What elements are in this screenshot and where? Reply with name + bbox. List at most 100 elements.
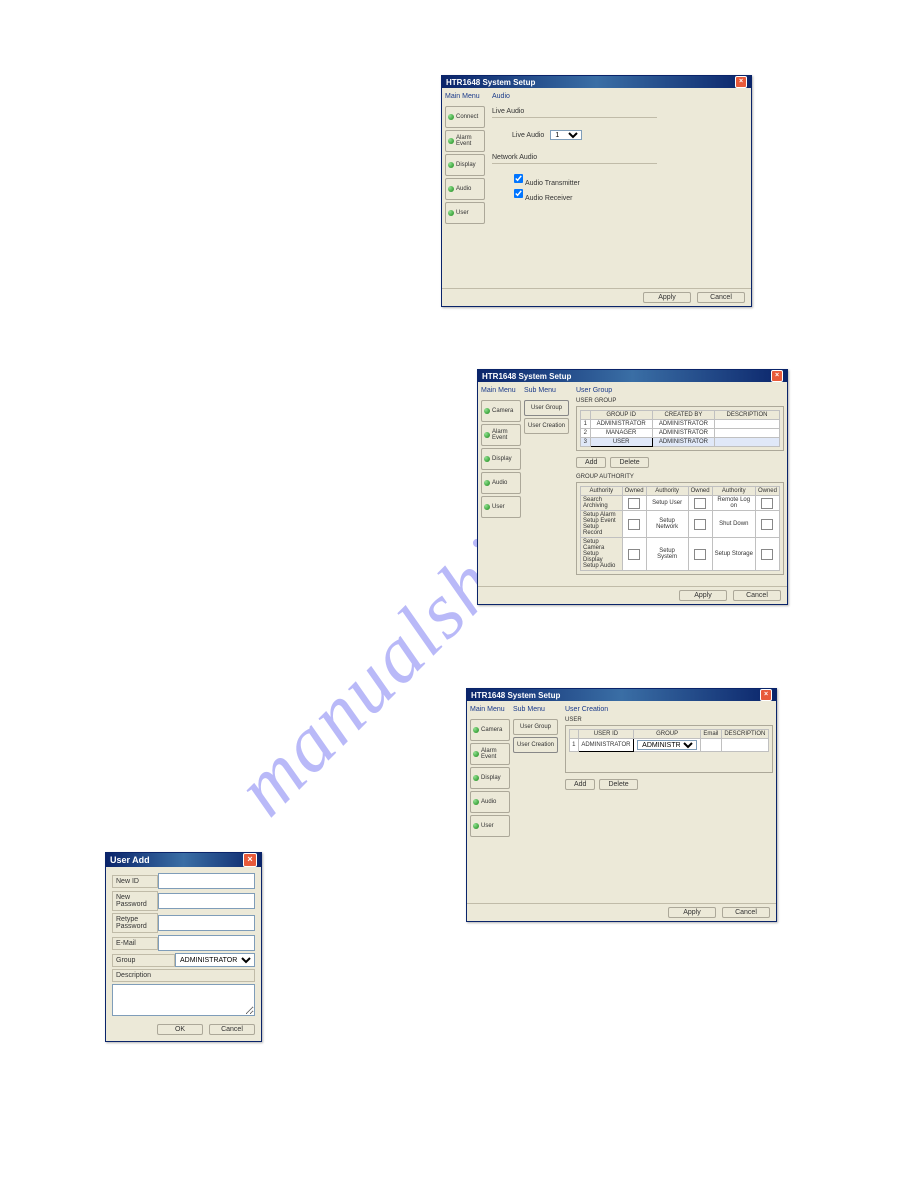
menu-audio[interactable]: Audio: [470, 791, 510, 813]
titlebar: HTR1648 System Setup ×: [467, 689, 776, 701]
menu-alarm-event[interactable]: Alarm Event: [445, 130, 485, 152]
retype-password-input[interactable]: [158, 915, 255, 931]
menu-camera[interactable]: Camera: [481, 400, 521, 422]
mainmenu-header: Main Menu: [481, 385, 521, 398]
user-label: USER: [565, 717, 773, 723]
table-row[interactable]: 3USERADMINISTRATOR: [581, 438, 780, 447]
dot-icon: [473, 727, 479, 733]
authority-checkbox[interactable]: [761, 498, 773, 509]
add-button[interactable]: Add: [576, 457, 606, 468]
menu-display[interactable]: Display: [470, 767, 510, 789]
dot-icon: [484, 432, 490, 438]
submenu-user-group[interactable]: User Group: [513, 719, 558, 735]
window-title: HTR1648 System Setup: [471, 691, 560, 700]
mainmenu-header: Main Menu: [445, 91, 485, 104]
menu-user[interactable]: User: [470, 815, 510, 837]
submenu-header: Sub Menu: [524, 385, 569, 398]
authority-checkbox[interactable]: [628, 549, 640, 560]
dot-icon: [473, 799, 479, 805]
add-button[interactable]: Add: [565, 779, 595, 790]
dot-icon: [484, 456, 490, 462]
ok-button[interactable]: OK: [157, 1024, 203, 1035]
authority-checkbox[interactable]: [761, 549, 773, 560]
cancel-button[interactable]: Cancel: [209, 1024, 255, 1035]
delete-button[interactable]: Delete: [599, 779, 637, 790]
close-icon[interactable]: ×: [771, 370, 783, 382]
dialog-user-add: User Add × New ID New Password Retype Pa…: [105, 852, 262, 1042]
close-icon[interactable]: ×: [760, 689, 772, 701]
new-password-input[interactable]: [158, 893, 255, 909]
delete-button[interactable]: Delete: [610, 457, 648, 468]
section-network-audio: Network Audio: [492, 154, 537, 161]
dot-icon: [448, 186, 454, 192]
dialog-title: User Add: [110, 855, 150, 865]
email-input[interactable]: [158, 935, 255, 951]
window-title: HTR1648 System Setup: [446, 78, 535, 87]
apply-button[interactable]: Apply: [668, 907, 716, 918]
live-audio-label: Live Audio: [512, 132, 544, 139]
mainmenu-header: Main Menu: [470, 704, 510, 717]
usergroup-label: USER GROUP: [576, 398, 784, 404]
authority-checkbox[interactable]: [628, 519, 640, 530]
content-header: Audio: [492, 91, 748, 104]
dot-icon: [484, 408, 490, 414]
window-audio-setup: HTR1648 System Setup × Main Menu Connect…: [441, 75, 752, 307]
close-icon[interactable]: ×: [243, 853, 257, 867]
dot-icon: [473, 775, 479, 781]
authority-checkbox[interactable]: [694, 498, 706, 509]
audio-receiver-checkbox[interactable]: [514, 189, 523, 198]
description-textarea[interactable]: [112, 984, 255, 1016]
label-description: Description: [112, 969, 255, 982]
menu-user[interactable]: User: [481, 496, 521, 518]
menu-alarm-event[interactable]: Alarm Event: [481, 424, 521, 446]
dot-icon: [448, 114, 454, 120]
audio-transmitter-label: Audio Transmitter: [525, 180, 580, 187]
apply-button[interactable]: Apply: [679, 590, 727, 601]
window-title: HTR1648 System Setup: [482, 372, 571, 381]
cancel-button[interactable]: Cancel: [697, 292, 745, 303]
table-row[interactable]: 1 ADMINISTRATOR ADMINISTRATOR: [570, 739, 769, 752]
live-audio-select[interactable]: 1: [550, 130, 582, 140]
authority-checkbox[interactable]: [628, 498, 640, 509]
dot-icon: [448, 162, 454, 168]
menu-audio[interactable]: Audio: [481, 472, 521, 494]
audio-transmitter-checkbox[interactable]: [514, 174, 523, 183]
usergroup-table: GROUP ID CREATED BY DESCRIPTION 1ADMINIS…: [580, 410, 780, 447]
submenu-user-creation[interactable]: User Creation: [524, 418, 569, 434]
menu-audio[interactable]: Audio: [445, 178, 485, 200]
group-authority-label: GROUP AUTHORITY: [576, 474, 784, 480]
table-row: SearchArchiving Setup User Remote Log on: [581, 496, 780, 511]
close-icon[interactable]: ×: [735, 76, 747, 88]
dot-icon: [448, 138, 454, 144]
menu-alarm-event[interactable]: Alarm Event: [470, 743, 510, 765]
dot-icon: [484, 480, 490, 486]
authority-checkbox[interactable]: [761, 519, 773, 530]
authority-checkbox[interactable]: [694, 519, 706, 530]
label-group: Group: [112, 954, 175, 967]
menu-display[interactable]: Display: [481, 448, 521, 470]
authority-checkbox[interactable]: [694, 549, 706, 560]
new-id-input[interactable]: [158, 873, 255, 889]
audio-receiver-label: Audio Receiver: [525, 195, 572, 202]
window-user-creation: HTR1648 System Setup × Main Menu Camera …: [466, 688, 777, 922]
titlebar: HTR1648 System Setup ×: [478, 370, 787, 382]
cancel-button[interactable]: Cancel: [722, 907, 770, 918]
group-select[interactable]: ADMINISTRATOR: [175, 953, 255, 967]
menu-display[interactable]: Display: [445, 154, 485, 176]
window-user-group: HTR1648 System Setup × Main Menu Camera …: [477, 369, 788, 605]
table-row[interactable]: 1ADMINISTRATORADMINISTRATOR: [581, 420, 780, 429]
group-select[interactable]: ADMINISTRATOR: [637, 740, 697, 750]
content-header: User Group: [576, 385, 784, 398]
cancel-button[interactable]: Cancel: [733, 590, 781, 601]
menu-camera[interactable]: Camera: [470, 719, 510, 741]
group-authority-table: Authority Owned Authority Owned Authorit…: [580, 486, 780, 571]
submenu-user-group[interactable]: User Group: [524, 400, 569, 416]
submenu-user-creation[interactable]: User Creation: [513, 737, 558, 753]
label-new-id: New ID: [112, 875, 158, 888]
table-row[interactable]: 2MANAGERADMINISTRATOR: [581, 429, 780, 438]
titlebar: HTR1648 System Setup ×: [442, 76, 751, 88]
table-row: Setup CameraSetup DisplaySetup Audio Set…: [581, 538, 780, 571]
menu-connect[interactable]: Connect: [445, 106, 485, 128]
apply-button[interactable]: Apply: [643, 292, 691, 303]
menu-user[interactable]: User: [445, 202, 485, 224]
